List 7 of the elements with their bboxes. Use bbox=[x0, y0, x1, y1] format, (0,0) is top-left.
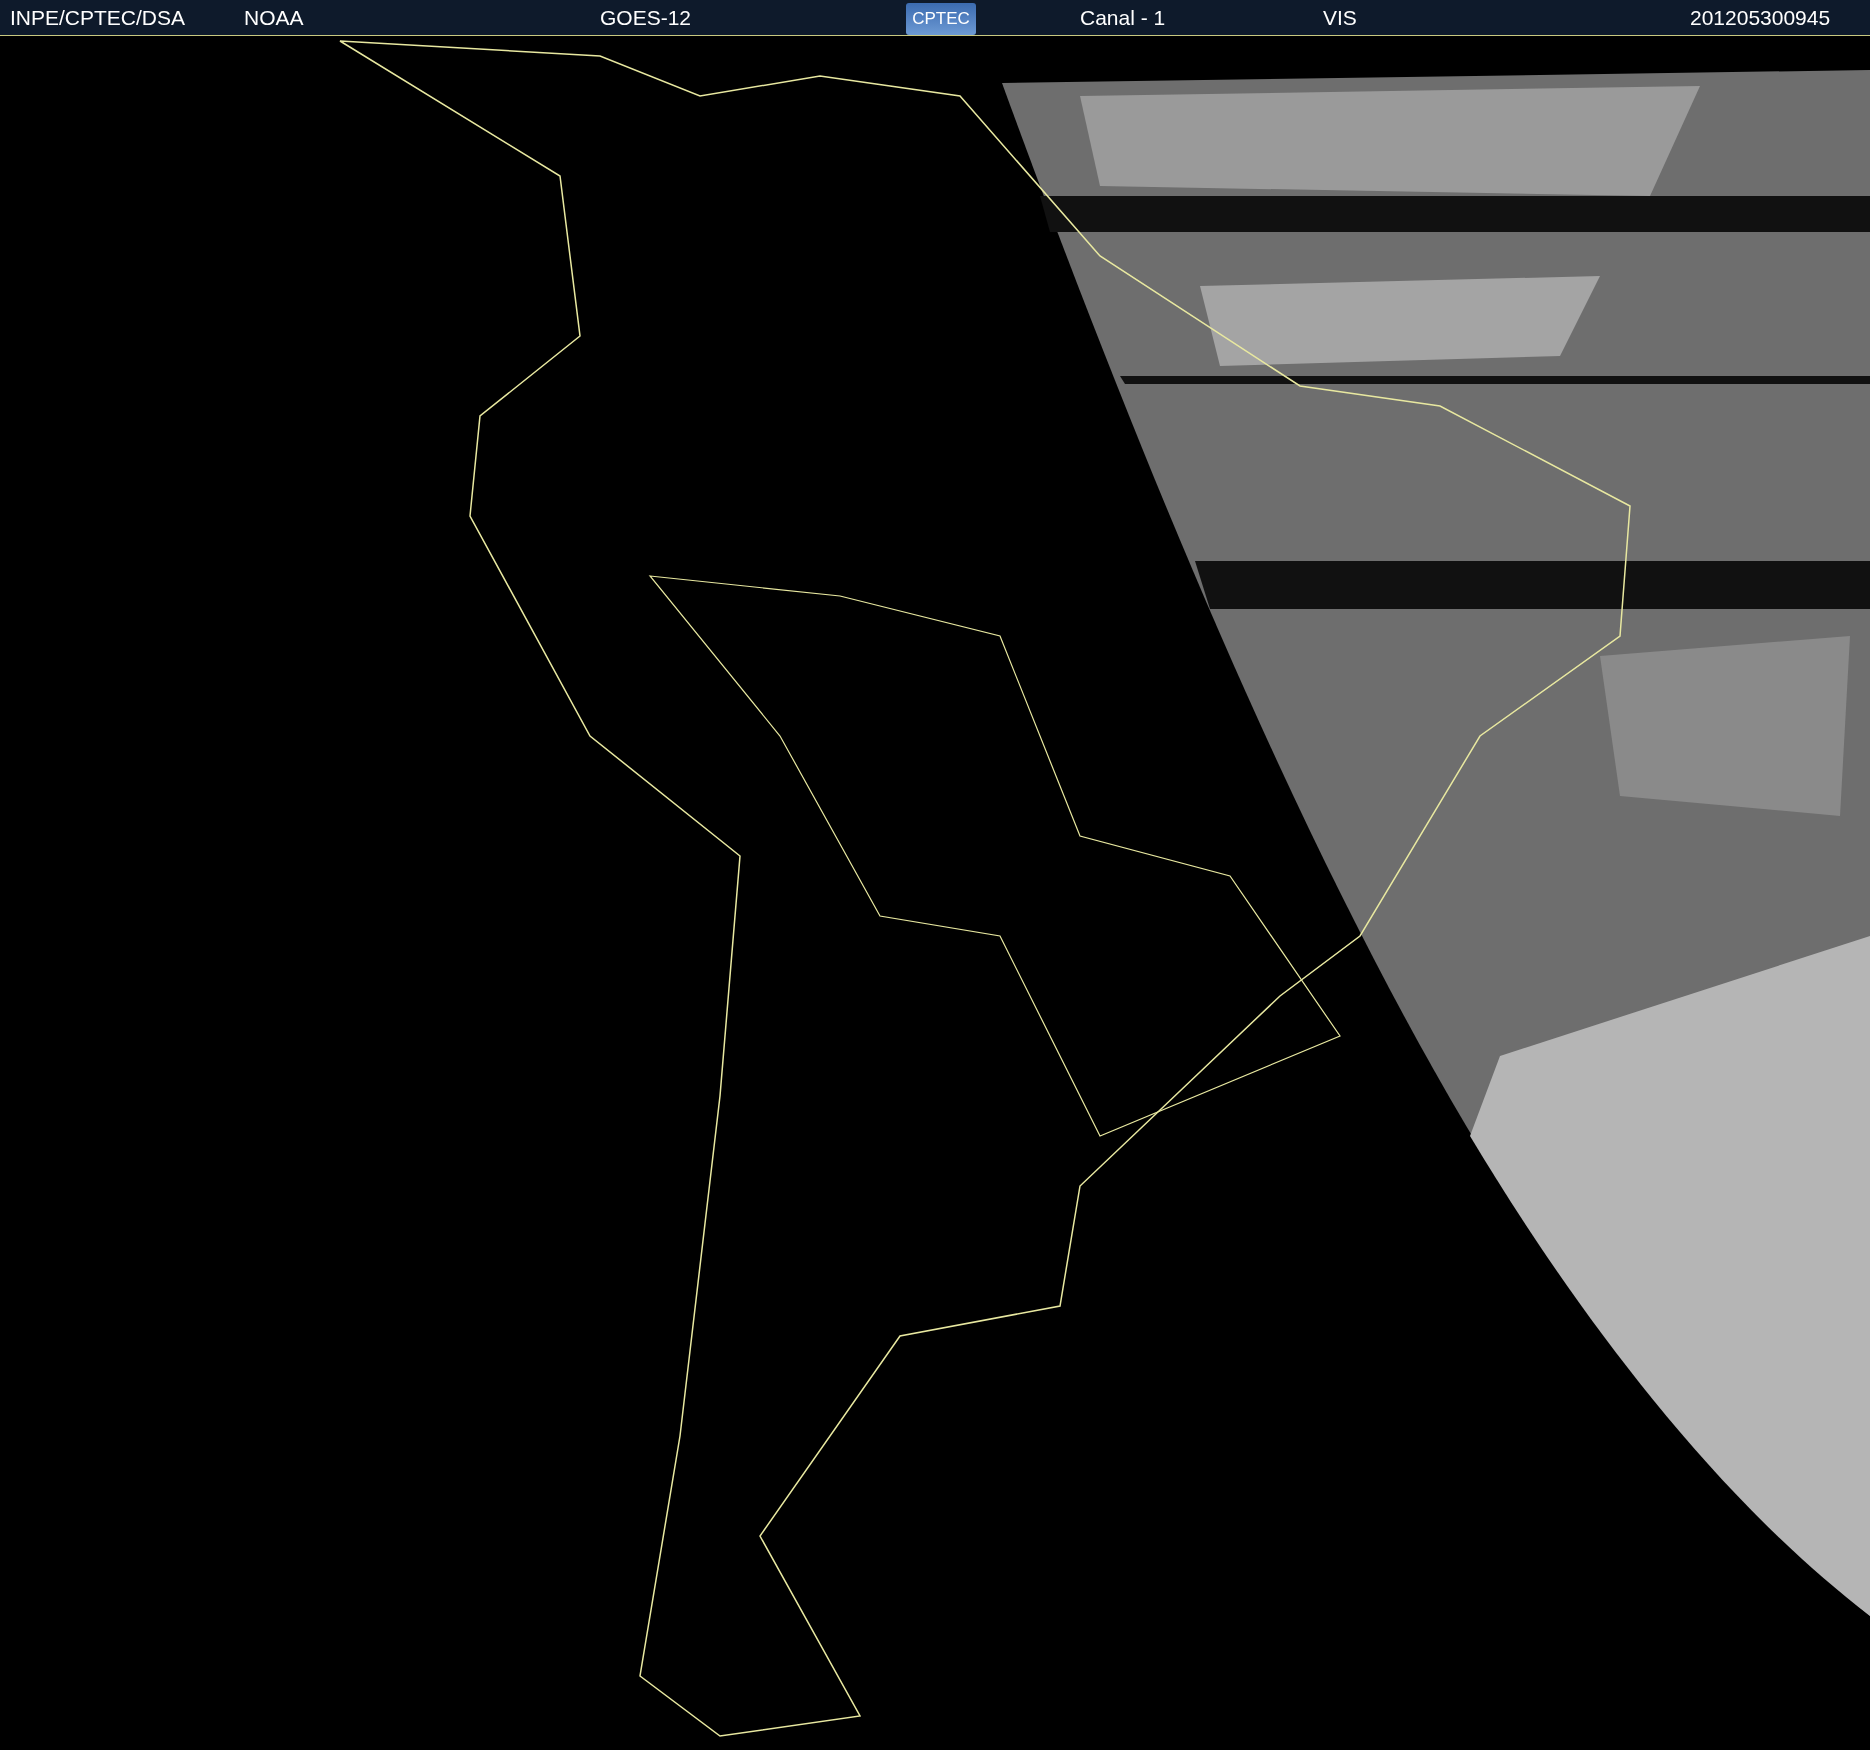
logo: CPTEC bbox=[906, 2, 976, 35]
header-label: VIS bbox=[1323, 5, 1357, 29]
header-label: 201205300945 bbox=[1690, 5, 1831, 29]
header-label: Canal - 1 bbox=[1080, 5, 1166, 29]
header-label: INPE/CPTEC/DSA bbox=[10, 5, 186, 29]
header-label: GOES-12 bbox=[600, 5, 692, 29]
header-label: NOAA bbox=[244, 5, 304, 29]
